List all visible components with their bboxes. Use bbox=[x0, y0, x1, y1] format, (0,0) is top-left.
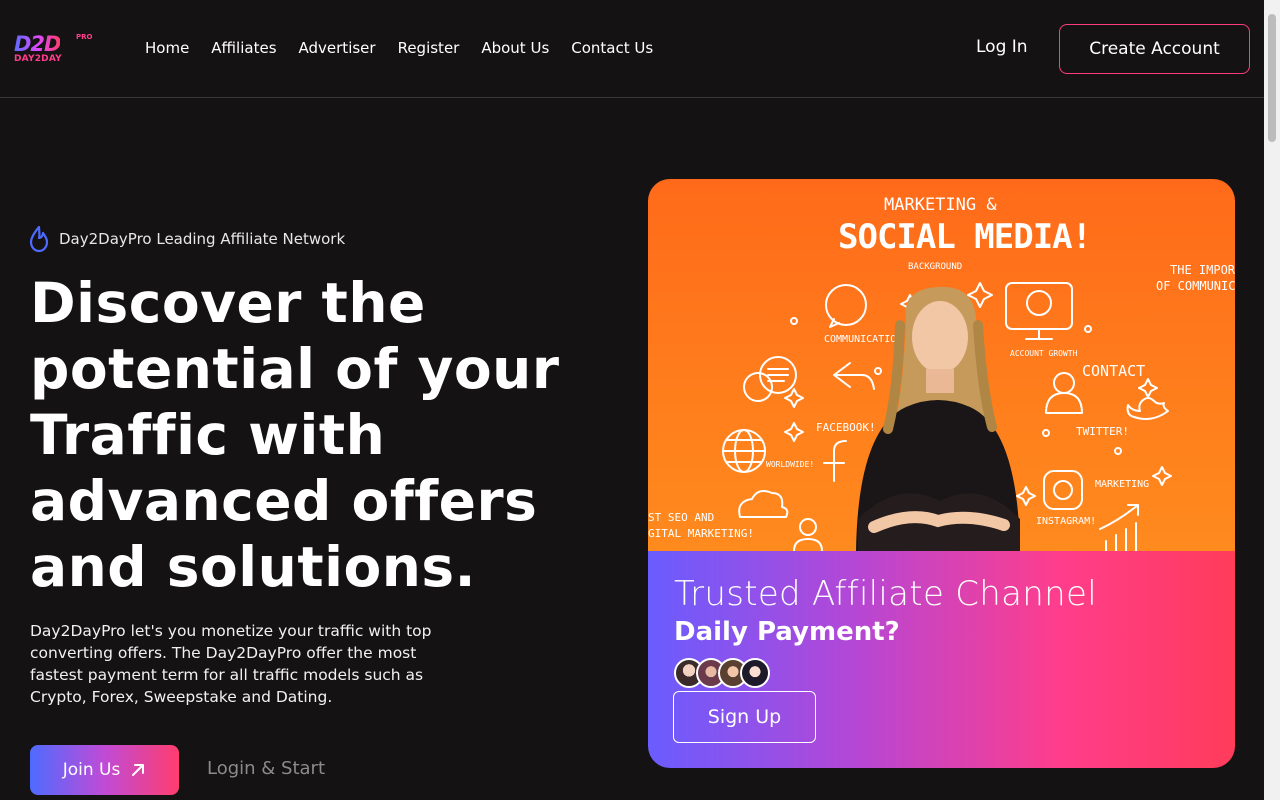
scrollbar-thumb[interactable] bbox=[1268, 14, 1276, 142]
arrow-up-right-icon bbox=[132, 764, 145, 776]
card-cta-panel: Trusted Affiliate Channel Daily Payment?… bbox=[648, 551, 1235, 768]
avatar bbox=[740, 658, 770, 688]
join-us-button[interactable]: Join Us bbox=[30, 745, 179, 795]
brand-logo[interactable]: D2D PRO DAY2DAY bbox=[14, 33, 94, 67]
avatar-stack bbox=[674, 658, 770, 688]
login-link[interactable]: Log In bbox=[976, 37, 1028, 57]
nav-link-home[interactable]: Home bbox=[145, 39, 189, 57]
main-nav: Home Affiliates Advertiser Register Abou… bbox=[145, 39, 653, 57]
logo-wordmark: DAY2DAY bbox=[14, 54, 62, 64]
logo-mark: D2D bbox=[14, 32, 61, 56]
card-subtitle: Daily Payment? bbox=[674, 617, 900, 647]
hero-title: Discover the potential of your Traffic w… bbox=[30, 271, 560, 599]
hero-tagline-text: Day2DayPro Leading Affiliate Network bbox=[59, 230, 346, 248]
logo-pro-badge: PRO bbox=[76, 33, 93, 41]
sign-up-button[interactable]: Sign Up bbox=[673, 691, 816, 743]
hero-description: Day2DayPro let's you monetize your traff… bbox=[30, 622, 432, 706]
woman-photo bbox=[856, 286, 1020, 551]
create-account-button[interactable]: Create Account bbox=[1059, 24, 1250, 74]
site-header: D2D PRO DAY2DAY Home Affiliates Advertis… bbox=[0, 0, 1264, 98]
nav-link-advertiser[interactable]: Advertiser bbox=[299, 39, 376, 57]
nav-link-register[interactable]: Register bbox=[398, 39, 460, 57]
social-media-illustration: MARKETING & SOCIAL MEDIA! BACKGROUND THE… bbox=[648, 179, 1235, 551]
flame-icon bbox=[29, 225, 49, 253]
card-title: Trusted Affiliate Channel bbox=[674, 574, 1097, 614]
hero-card: MARKETING & SOCIAL MEDIA! BACKGROUND THE… bbox=[648, 179, 1235, 768]
nav-link-affiliates[interactable]: Affiliates bbox=[211, 39, 276, 57]
nav-link-contact-us[interactable]: Contact Us bbox=[571, 39, 653, 57]
hero-tagline: Day2DayPro Leading Affiliate Network bbox=[28, 225, 345, 253]
nav-link-about-us[interactable]: About Us bbox=[481, 39, 549, 57]
page-scrollbar[interactable] bbox=[1264, 0, 1280, 800]
join-us-label: Join Us bbox=[62, 760, 121, 780]
login-start-link[interactable]: Login & Start bbox=[207, 758, 325, 779]
